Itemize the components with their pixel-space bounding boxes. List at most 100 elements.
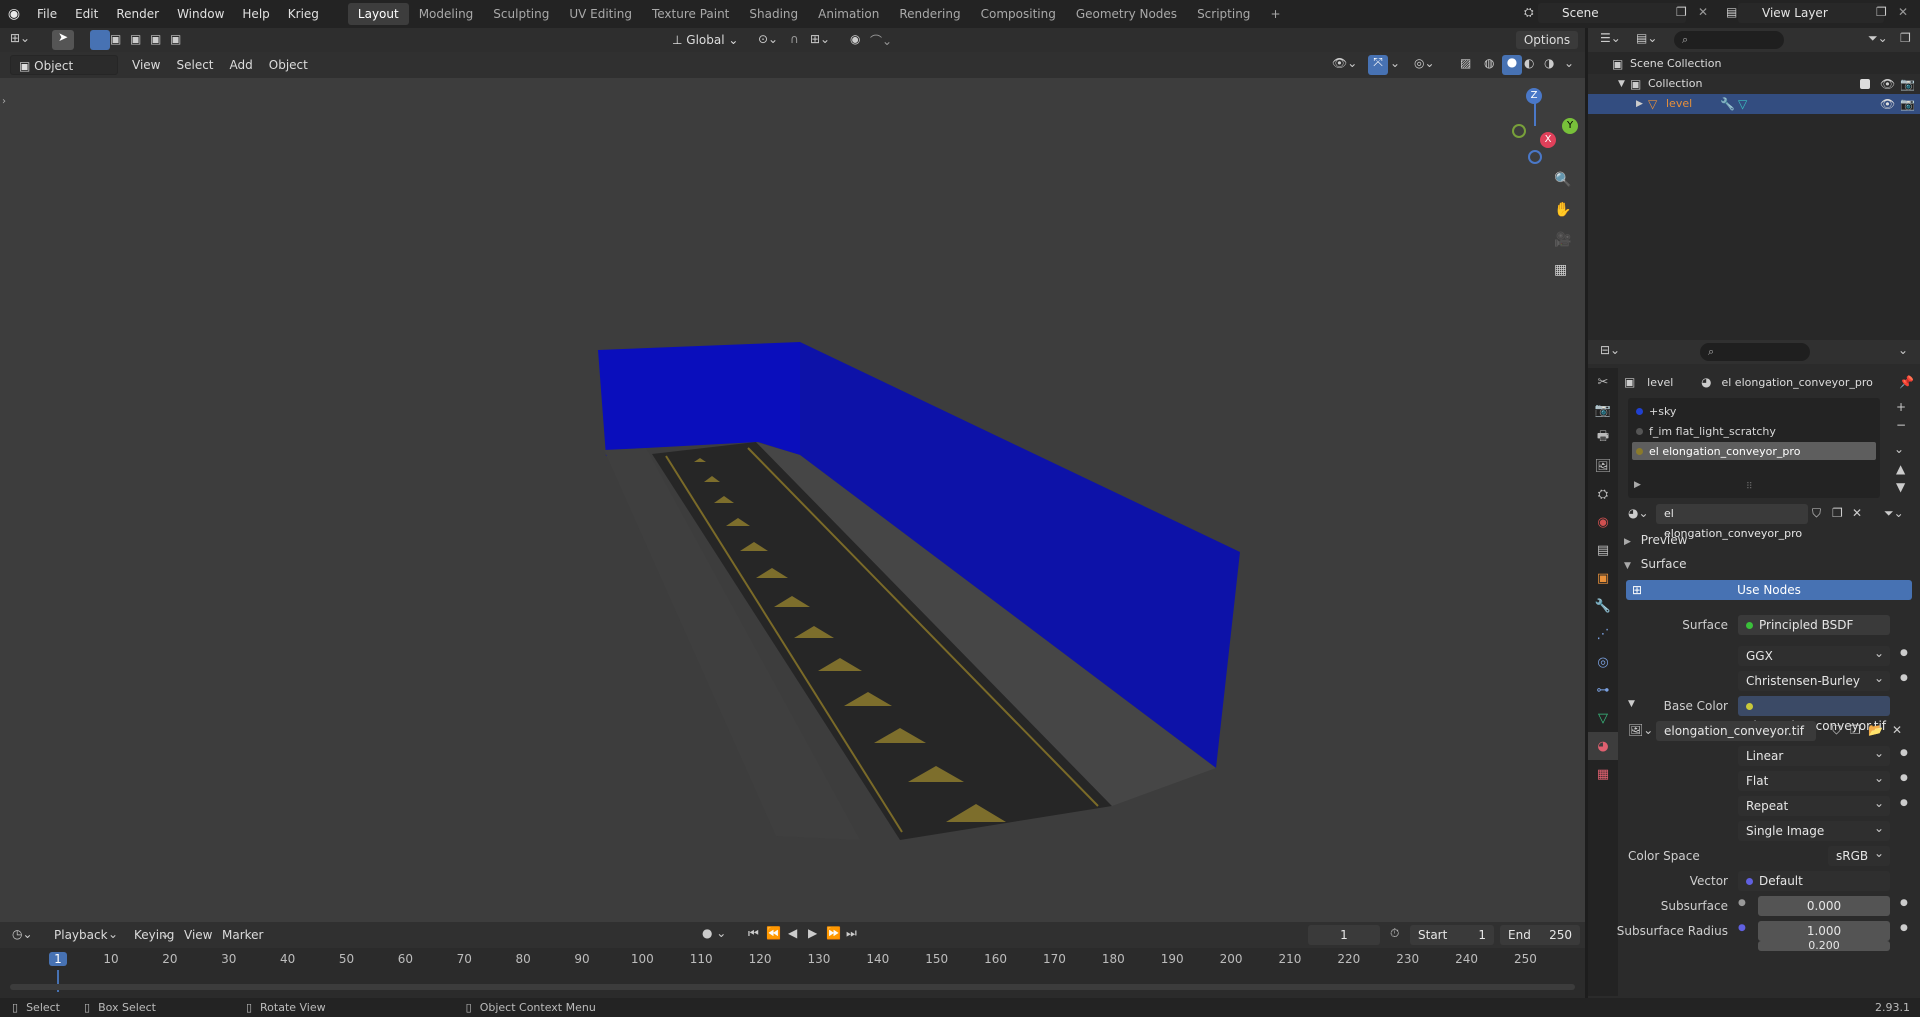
- viewport-menu-view[interactable]: View: [124, 55, 168, 75]
- collection-camera-icon[interactable]: 📷: [1900, 74, 1915, 94]
- select-mode-invert-icon[interactable]: ▣: [150, 32, 161, 46]
- shading-material-icon[interactable]: ◐: [1524, 56, 1534, 70]
- outliner-search-input[interactable]: ⌕: [1674, 31, 1784, 49]
- base-color-field[interactable]: elongation_conveyor.tif: [1738, 696, 1890, 733]
- add-workspace-button[interactable]: +: [1260, 3, 1290, 25]
- vector-field[interactable]: Default: [1738, 871, 1890, 891]
- slot-specials-icon[interactable]: ⌄: [1894, 442, 1904, 456]
- distribution-dropdown[interactable]: GGX: [1738, 643, 1890, 666]
- new-scene-icon[interactable]: ❐: [1676, 5, 1687, 19]
- outliner-row-scene-collection[interactable]: ▣ Scene Collection: [1588, 54, 1920, 74]
- visibility-icon[interactable]: 👁⌄: [1332, 56, 1357, 70]
- record-icon[interactable]: ● ⌄: [702, 926, 726, 940]
- menu-render[interactable]: Render: [107, 3, 168, 25]
- subsurface-socket-icon[interactable]: ●: [1738, 898, 1746, 908]
- expand-level-icon[interactable]: ▶: [1636, 94, 1643, 114]
- outliner-row-collection[interactable]: ▼ ▣ Collection 👁 📷: [1588, 74, 1920, 94]
- extension-keyframe-icon[interactable]: ●: [1900, 798, 1908, 808]
- snap-icon[interactable]: ∩: [790, 32, 799, 46]
- end-frame-field[interactable]: End 250: [1500, 925, 1580, 945]
- shading-wireframe-icon[interactable]: ◍: [1484, 56, 1494, 70]
- viewport-menu-add[interactable]: Add: [222, 55, 261, 75]
- outliner-row-level[interactable]: ▶ ▽ level 🔧 ▽ 👁 📷: [1588, 94, 1920, 114]
- left-edge-arrow-icon[interactable]: ›: [2, 96, 6, 107]
- timeline-menu-playback[interactable]: Playback: [46, 925, 116, 945]
- tab-texture-paint[interactable]: Texture Paint: [642, 3, 739, 25]
- gizmo-dropdown-icon[interactable]: ⌄: [1390, 56, 1400, 70]
- menu-krieg[interactable]: Krieg: [279, 3, 328, 25]
- view-layer-icon[interactable]: ▤: [1726, 5, 1737, 19]
- image-browse-icon[interactable]: 🖼⌄: [1628, 723, 1653, 737]
- subsurface-method-dropdown[interactable]: Christensen-Burley: [1738, 668, 1890, 691]
- current-frame-field[interactable]: 1: [1308, 925, 1380, 945]
- subsurface-value-field[interactable]: 0.000: [1758, 896, 1890, 916]
- select-mode-extend-icon[interactable]: ▣: [110, 32, 121, 46]
- duplicate-material-icon[interactable]: ❐: [1832, 506, 1843, 520]
- delete-view-layer-icon[interactable]: ✕: [1898, 5, 1908, 19]
- gizmo-toggle-icon[interactable]: ⤧: [1368, 55, 1388, 75]
- tab-shading[interactable]: Shading: [739, 3, 808, 25]
- properties-options-icon[interactable]: ⌄: [1898, 343, 1908, 357]
- play-icon[interactable]: ▶: [808, 926, 817, 940]
- display-mode-icon[interactable]: ▤⌄: [1636, 31, 1657, 45]
- add-slot-icon[interactable]: +: [1896, 400, 1906, 414]
- pivot-icon[interactable]: ⊙⌄: [758, 32, 778, 46]
- panel-preview[interactable]: ▶ Preview: [1624, 530, 1914, 550]
- shading-solid-icon[interactable]: ●: [1502, 55, 1522, 75]
- physics-tab-icon[interactable]: ◎: [1588, 648, 1618, 676]
- modifier-tab-icon[interactable]: 🔧: [1588, 592, 1618, 620]
- slot-list-resize-handle[interactable]: ⠿: [1746, 482, 1753, 492]
- collection-exclude-checkbox[interactable]: [1860, 79, 1870, 89]
- collection-tab-icon[interactable]: ▤: [1588, 536, 1618, 564]
- new-collection-icon[interactable]: ❐: [1900, 31, 1911, 45]
- projection-dropdown[interactable]: Flat: [1738, 768, 1890, 791]
- image-duplicate-icon[interactable]: ❐: [1850, 723, 1861, 737]
- interpolation-keyframe-icon[interactable]: ●: [1900, 748, 1908, 758]
- frame-ruler[interactable]: 1 10 20 30 40 50 60 70 80 90 100 110 120 130 140 150 160…: [0, 952, 1585, 992]
- xray-icon[interactable]: ▨: [1460, 56, 1471, 70]
- scene-icon[interactable]: ⛭: [1524, 5, 1534, 20]
- tab-modeling[interactable]: Modeling: [409, 3, 484, 25]
- gizmo-y-axis[interactable]: Y: [1562, 118, 1578, 134]
- panel-surface[interactable]: ▼ Surface: [1624, 554, 1914, 574]
- subsurface-radius-keyframe-icon[interactable]: ●: [1900, 923, 1908, 933]
- gizmo-neg-z[interactable]: [1528, 150, 1542, 164]
- gizmo-neg-x[interactable]: [1512, 124, 1526, 138]
- select-mode-new-icon[interactable]: [90, 30, 110, 50]
- outliner-editor-icon[interactable]: ☰⌄: [1600, 31, 1621, 45]
- shading-rendered-icon[interactable]: ◑: [1544, 56, 1554, 70]
- play-reverse-icon[interactable]: ◀: [788, 926, 797, 940]
- next-keyframe-icon[interactable]: ⏩: [826, 926, 841, 940]
- output-tab-icon[interactable]: 🖶: [1588, 424, 1618, 452]
- slot-list-expand-icon[interactable]: ▶: [1634, 480, 1641, 490]
- extension-dropdown[interactable]: Repeat: [1738, 793, 1890, 816]
- subsurface-radius-x-field[interactable]: 1.000: [1758, 921, 1890, 941]
- collection-eye-icon[interactable]: 👁: [1880, 74, 1895, 94]
- delete-scene-icon[interactable]: ✕: [1698, 5, 1708, 19]
- interpolation-dropdown[interactable]: Linear: [1738, 743, 1890, 766]
- timeline-menu-marker[interactable]: Marker: [214, 925, 271, 945]
- tab-compositing[interactable]: Compositing: [971, 3, 1066, 25]
- tab-layout[interactable]: Layout: [347, 3, 409, 25]
- stopwatch-icon[interactable]: ⏱: [1390, 926, 1399, 941]
- camera-view-icon[interactable]: 🎥: [1554, 232, 1571, 248]
- image-name-field[interactable]: elongation_conveyor.tif: [1656, 721, 1816, 741]
- subsurface-radius-y-field[interactable]: 0.200: [1758, 941, 1890, 951]
- move-slot-down-icon[interactable]: ▼: [1896, 480, 1905, 494]
- remove-slot-icon[interactable]: −: [1896, 418, 1906, 432]
- gizmo-z-axis[interactable]: Z: [1526, 88, 1542, 104]
- world-tab-icon[interactable]: ◉: [1588, 508, 1618, 536]
- menu-help[interactable]: Help: [233, 3, 278, 25]
- material-slot-sky[interactable]: +sky: [1632, 402, 1876, 420]
- shading-dropdown-icon[interactable]: ⌄: [1564, 56, 1574, 70]
- source-dropdown[interactable]: Single Image: [1738, 818, 1890, 841]
- jump-start-icon[interactable]: ⏮: [748, 926, 759, 941]
- level-camera-icon[interactable]: 📷: [1900, 94, 1915, 114]
- overlays-icon[interactable]: ◎⌄: [1414, 56, 1435, 70]
- timeline-scrollbar[interactable]: [10, 984, 1575, 990]
- timeline-menu-keying[interactable]: Keying: [126, 925, 182, 945]
- zoom-icon[interactable]: 🔍: [1554, 172, 1571, 188]
- falloff-icon[interactable]: ⌒⌄: [870, 32, 892, 49]
- render-tab-icon[interactable]: 📷: [1588, 396, 1618, 424]
- timeline-editor-icon[interactable]: ◷⌄: [12, 927, 33, 941]
